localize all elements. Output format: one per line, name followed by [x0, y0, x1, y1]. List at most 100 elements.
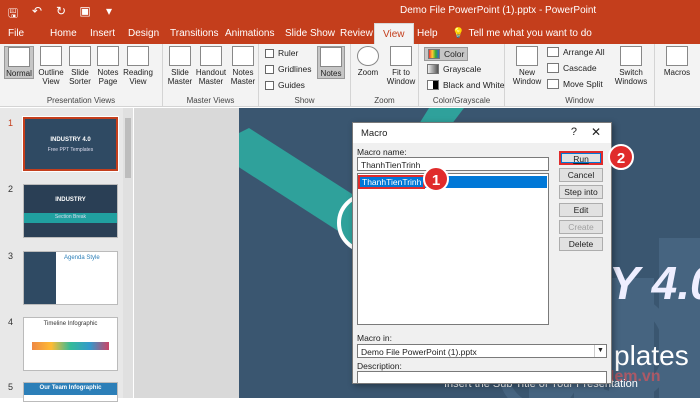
move-split-icon: [547, 79, 559, 89]
notes-icon: [320, 47, 342, 67]
cascade-icon: [547, 63, 559, 73]
new-window-button[interactable]: New Window: [509, 46, 545, 86]
macro-in-label: Macro in:: [357, 333, 392, 343]
scrollbar-thumb[interactable]: [125, 118, 131, 178]
step-into-button[interactable]: Step into: [559, 185, 603, 199]
guides-checkbox[interactable]: Guides: [265, 80, 305, 90]
slide-thumbnail-pane: 1 INDUSTRY 4.0 Free PPT Templates 2 INDU…: [0, 108, 133, 402]
dialog-title: Macro: [361, 128, 388, 139]
slide-master-button[interactable]: Slide Master: [166, 46, 194, 86]
thumb-title: Our Team Infographic: [39, 385, 102, 391]
checkbox-icon: [265, 64, 274, 74]
grayscale-button[interactable]: Grayscale: [427, 64, 481, 74]
move-split-button[interactable]: Move Split: [547, 79, 603, 89]
tab-animations[interactable]: Animations: [225, 28, 274, 39]
tab-design[interactable]: Design: [128, 28, 159, 39]
magnifier-icon: [357, 46, 379, 66]
switch-windows-icon: [620, 46, 642, 66]
color-button[interactable]: Color: [424, 47, 469, 61]
run-button[interactable]: Run: [559, 151, 603, 165]
callout-badge-1: 1: [423, 166, 449, 192]
customize-qat-icon[interactable]: ▾: [102, 4, 116, 25]
notes-button[interactable]: Notes: [317, 46, 345, 79]
macro-name-label: Macro name:: [357, 147, 407, 157]
checkbox-icon: [265, 80, 274, 90]
group-master-views: Slide Master Handout Master Notes Master…: [163, 44, 259, 107]
outline-view-button[interactable]: Outline View: [36, 46, 66, 86]
redo-icon[interactable]: ↻: [54, 4, 68, 25]
ribbon-tabs: File Home Insert Design Transitions Anim…: [0, 23, 700, 44]
macro-list-item[interactable]: ThanhTienTrinh: [358, 175, 547, 189]
slide-sorter-button[interactable]: Slide Sorter: [66, 46, 94, 86]
thumb-dark-panel: [24, 252, 56, 304]
thumb-subtitle: Section Break: [54, 214, 87, 220]
ruler-checkbox[interactable]: Ruler: [265, 48, 298, 58]
thumb-subtitle: Free PPT Templates: [47, 147, 94, 153]
notes-page-button[interactable]: Notes Page: [95, 46, 121, 86]
highlight-box: ThanhTienTrinh: [358, 175, 426, 189]
tab-review[interactable]: Review: [340, 28, 373, 39]
thumb-title: INDUSTRY: [55, 197, 86, 203]
reading-view-button[interactable]: Reading View: [123, 46, 153, 86]
thumb-title: INDUSTRY 4.0: [50, 137, 91, 143]
help-button[interactable]: ?: [571, 126, 577, 138]
normal-view-button[interactable]: Normal: [4, 46, 34, 79]
black-and-white-button[interactable]: Black and White: [427, 80, 504, 90]
grayscale-swatch-icon: [427, 64, 439, 74]
slide-thumbnail-1[interactable]: INDUSTRY 4.0 Free PPT Templates: [22, 116, 119, 172]
tab-home[interactable]: Home: [50, 28, 77, 39]
macro-in-value: Demo File PowerPoint (1).pptx: [361, 347, 477, 357]
dialog-title-bar: Macro ? ✕: [353, 123, 611, 143]
slide-thumbnail-4[interactable]: Timeline Infographic: [23, 317, 118, 371]
edit-button[interactable]: Edit: [559, 203, 603, 217]
cascade-button[interactable]: Cascade: [547, 63, 597, 73]
slideshow-start-icon[interactable]: ▣: [78, 4, 92, 25]
reading-view-icon: [127, 46, 149, 66]
slide-number: 3: [8, 251, 14, 261]
checkbox-icon: [265, 48, 274, 58]
slide-number: 4: [8, 317, 14, 327]
tab-slide-show[interactable]: Slide Show: [285, 28, 335, 39]
new-window-icon: [516, 46, 538, 66]
tab-file[interactable]: File: [8, 28, 24, 39]
description-box[interactable]: [357, 371, 607, 383]
group-macros: Macros: [655, 44, 700, 107]
tab-view[interactable]: View: [374, 23, 414, 44]
zoom-button[interactable]: Zoom: [354, 46, 382, 77]
close-icon[interactable]: ✕: [591, 125, 601, 139]
group-show: Ruler Gridlines Guides Notes Show: [259, 44, 351, 107]
save-icon[interactable]: 🖫: [6, 4, 20, 25]
group-label: Show: [294, 96, 315, 105]
delete-button[interactable]: Delete: [559, 237, 603, 251]
arrange-all-button[interactable]: Arrange All: [547, 47, 605, 57]
group-zoom: Zoom Fit to Window Zoom: [351, 44, 419, 107]
tell-me-box[interactable]: 💡 Tell me what you want to do: [452, 28, 592, 39]
handout-master-icon: [200, 46, 222, 66]
tab-help[interactable]: Help: [417, 28, 438, 39]
chevron-down-icon[interactable]: ▼: [594, 345, 606, 357]
title-bar: 🖫 ↶ ↻ ▣ ▾ Demo File PowerPoint (1).pptx …: [0, 0, 700, 23]
gridlines-checkbox[interactable]: Gridlines: [265, 64, 312, 74]
slide-thumbnail-3[interactable]: Agenda Style: [23, 251, 118, 305]
thumbnail-scrollbar[interactable]: [123, 108, 133, 398]
macros-button[interactable]: Macros: [659, 46, 695, 77]
macros-icon: [666, 46, 688, 66]
thumb-title: Timeline Infographic: [43, 321, 98, 327]
slide-thumbnail-2[interactable]: INDUSTRY Section Break: [23, 184, 118, 238]
macro-list[interactable]: ThanhTienTrinh: [357, 173, 549, 325]
notes-master-button[interactable]: Notes Master: [229, 46, 257, 86]
macro-name-input[interactable]: ThanhTienTrinh: [357, 157, 549, 171]
bw-swatch-icon: [427, 80, 439, 90]
tab-insert[interactable]: Insert: [90, 28, 115, 39]
slide-thumbnail-5[interactable]: Our Team Infographic: [23, 382, 118, 402]
group-window: New Window Arrange All Cascade Move Spli…: [505, 44, 655, 107]
group-label: Presentation Views: [46, 96, 116, 105]
fit-to-window-button[interactable]: Fit to Window: [385, 46, 417, 86]
macro-in-select[interactable]: Demo File PowerPoint (1).pptx ▼: [357, 344, 607, 358]
undo-icon[interactable]: ↶: [30, 4, 44, 25]
cancel-button[interactable]: Cancel: [559, 168, 603, 182]
group-label: Zoom: [374, 96, 395, 105]
tab-transitions[interactable]: Transitions: [170, 28, 219, 39]
handout-master-button[interactable]: Handout Master: [195, 46, 227, 86]
switch-windows-button[interactable]: Switch Windows: [611, 46, 651, 86]
